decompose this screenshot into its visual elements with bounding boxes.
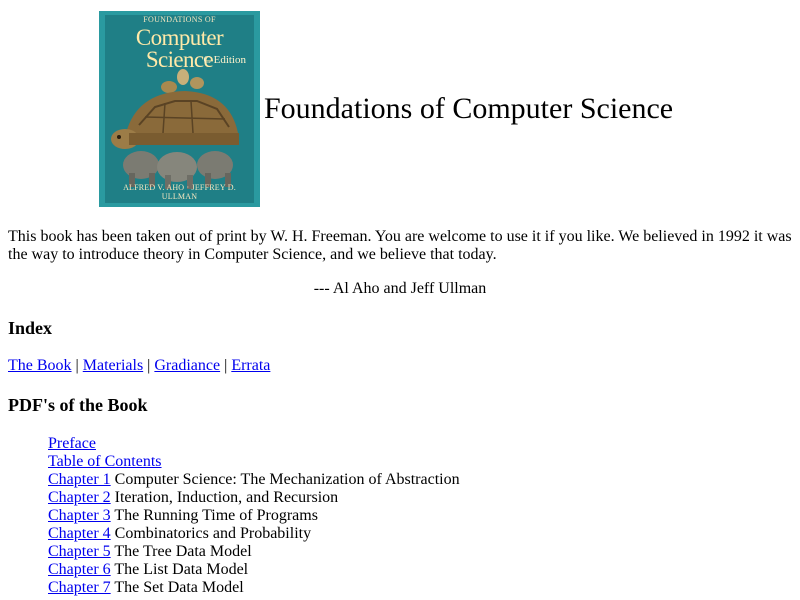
- link-separator: |: [147, 357, 151, 374]
- list-item: Chapter 2 Iteration, Induction, and Recu…: [48, 489, 460, 507]
- book-cover-image: FOUNDATIONS OF Computer Science C Editio…: [99, 11, 260, 207]
- pdf-link-chapter-6[interactable]: Chapter 6: [48, 561, 111, 578]
- pdf-link-preface[interactable]: Preface: [48, 435, 96, 452]
- list-item: Chapter 3 The Running Time of Programs: [48, 507, 460, 525]
- pdf-heading: PDF's of the Book: [8, 395, 148, 415]
- chapter-title: The Set Data Model: [114, 579, 244, 596]
- list-item: Chapter 7 The Set Data Model: [48, 579, 460, 597]
- index-link-the-book[interactable]: The Book: [8, 357, 72, 374]
- list-item: Chapter 1 Computer Science: The Mechaniz…: [48, 471, 460, 489]
- list-item: Chapter 5 The Tree Data Model: [48, 543, 460, 561]
- author-signature: --- Al Aho and Jeff Ullman: [313, 280, 487, 297]
- chapter-title: Combinatorics and Probability: [114, 525, 312, 542]
- index-link-materials[interactable]: Materials: [83, 357, 143, 374]
- list-item: Chapter 4 Combinatorics and Probability: [48, 525, 460, 543]
- cover-authors-text: ALFRED V. AHO · JEFFREY D. ULLMAN: [123, 183, 236, 201]
- pdf-link-chapter-2[interactable]: Chapter 2: [48, 489, 111, 506]
- list-item: Preface: [48, 435, 460, 453]
- pdf-list: Preface Table of Contents Chapter 1 Comp…: [48, 435, 460, 597]
- chapter-title: The Running Time of Programs: [114, 507, 318, 524]
- chapter-title: Iteration, Induction, and Recursion: [114, 489, 339, 506]
- page-title: Foundations of Computer Science: [264, 92, 674, 125]
- list-item: Chapter 6 The List Data Model: [48, 561, 460, 579]
- pdf-link-table-of-contents[interactable]: Table of Contents: [48, 453, 162, 470]
- pdf-link-chapter-5[interactable]: Chapter 5: [48, 543, 111, 560]
- page-header: FOUNDATIONS OF Computer Science C Editio…: [99, 11, 673, 207]
- turtle-illustration: [105, 67, 254, 189]
- chapter-title: Computer Science: The Mechanization of A…: [114, 471, 460, 488]
- pdf-link-chapter-1[interactable]: Chapter 1: [48, 471, 111, 488]
- intro-paragraph: This book has been taken out of print by…: [8, 228, 792, 263]
- link-separator: |: [75, 357, 79, 374]
- cover-top-text: FOUNDATIONS OF: [143, 15, 216, 24]
- chapter-title: The List Data Model: [114, 561, 249, 578]
- index-heading: Index: [8, 318, 53, 338]
- cover-panel: FOUNDATIONS OF Computer Science C Editio…: [105, 15, 254, 203]
- chapter-title: The Tree Data Model: [114, 543, 252, 560]
- pdf-link-chapter-3[interactable]: Chapter 3: [48, 507, 111, 524]
- index-link-gradiance[interactable]: Gradiance: [154, 357, 220, 374]
- pdf-link-chapter-4[interactable]: Chapter 4: [48, 525, 111, 542]
- index-link-errata[interactable]: Errata: [231, 357, 270, 374]
- list-item: Table of Contents: [48, 453, 460, 471]
- pdf-link-chapter-7[interactable]: Chapter 7: [48, 579, 111, 596]
- index-links: The Book | Materials | Gradiance | Errat…: [8, 357, 270, 375]
- link-separator: |: [224, 357, 228, 374]
- cover-edition-text: C Edition: [203, 54, 246, 66]
